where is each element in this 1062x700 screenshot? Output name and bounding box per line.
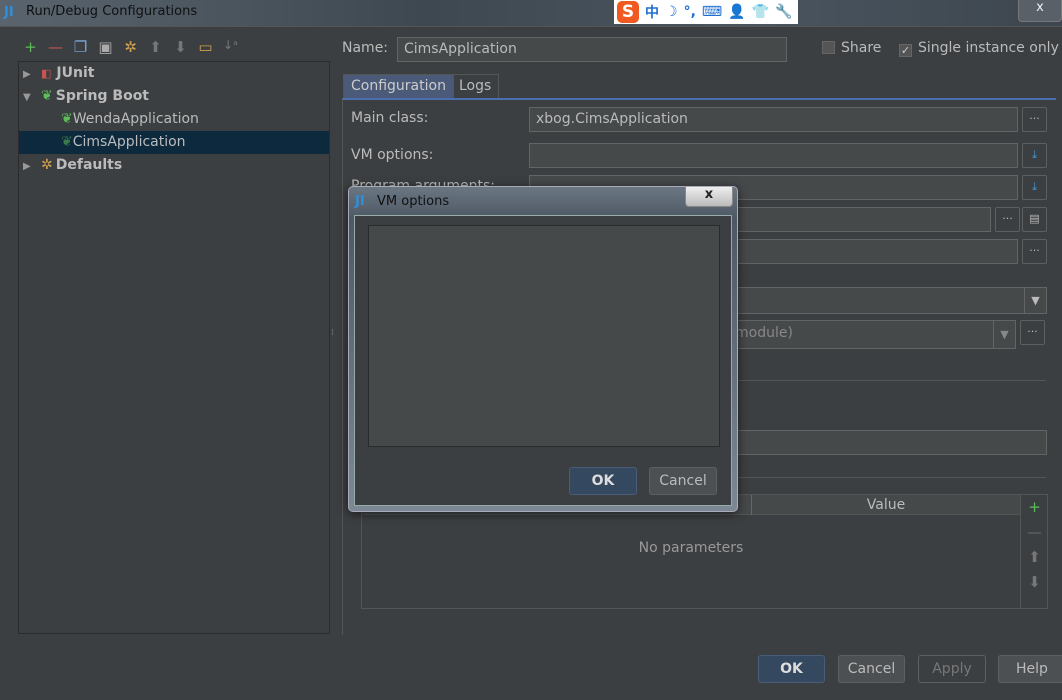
- move-up-icon[interactable]: ⬆: [1021, 545, 1048, 570]
- share-checkbox[interactable]: Share: [822, 40, 881, 56]
- share-label: Share: [841, 40, 882, 56]
- tree-node-label: Defaults: [55, 157, 123, 173]
- vm-dialog-content: OK Cancel: [354, 215, 732, 506]
- window-title: Run/Debug Configurations: [26, 4, 198, 19]
- move-down-icon[interactable]: ⬇: [172, 38, 189, 56]
- configuration-tree[interactable]: ▶ ◧ JUnit ▼ ❦ Spring Boot ❦WendaApplication …: [18, 61, 330, 634]
- checkbox-icon[interactable]: [822, 41, 835, 54]
- tree-node-cims-application[interactable]: ❦CimsApplication: [19, 131, 329, 154]
- spring-boot-icon: ❦: [61, 134, 73, 150]
- tree-node-junit[interactable]: ▶ ◧ JUnit: [19, 62, 329, 85]
- browse-button[interactable]: ···: [1022, 239, 1047, 264]
- vm-options-label: VM options:: [351, 147, 434, 163]
- spring-boot-error-icon: ❦: [61, 111, 73, 127]
- add-icon[interactable]: +: [22, 38, 39, 56]
- ok-button[interactable]: OK: [758, 655, 825, 683]
- jre-hint: module): [735, 325, 793, 341]
- expand-arrow-icon[interactable]: ▶: [23, 155, 37, 178]
- cancel-button[interactable]: Cancel: [838, 655, 905, 683]
- defaults-wrench-icon: ✲: [41, 157, 53, 173]
- chevron-down-icon[interactable]: ▼: [993, 321, 1015, 348]
- browse-button[interactable]: ···: [1020, 320, 1045, 345]
- macro-icon[interactable]: ▤: [1022, 207, 1047, 232]
- vm-options-input[interactable]: [529, 143, 1018, 168]
- junit-icon: ◧: [41, 67, 52, 80]
- browse-button[interactable]: ···: [995, 207, 1020, 232]
- sort-icon[interactable]: ↓ᵃ: [222, 38, 239, 56]
- remove-icon[interactable]: —: [1021, 520, 1048, 545]
- expand-arrow-icon[interactable]: ▶: [23, 63, 37, 86]
- tree-node-label: JUnit: [56, 65, 95, 81]
- move-up-icon[interactable]: ⬆: [147, 38, 164, 56]
- chevron-down-icon[interactable]: ▼: [1024, 288, 1046, 313]
- folder-icon[interactable]: ▭: [197, 38, 214, 56]
- vm-options-textarea[interactable]: [368, 225, 720, 447]
- chinese-mode-icon[interactable]: 中: [645, 2, 659, 22]
- vm-dialog-cancel-button[interactable]: Cancel: [649, 467, 717, 495]
- checkmark-icon[interactable]: ✓: [899, 44, 912, 57]
- punctuation-icon[interactable]: °,: [684, 4, 696, 20]
- tree-node-label: WendaApplication: [72, 111, 199, 127]
- empty-table-text: No parameters: [638, 540, 744, 556]
- move-down-icon[interactable]: ⬇: [1021, 570, 1048, 595]
- collapse-arrow-icon[interactable]: ▼: [23, 86, 37, 109]
- vm-options-dialog: JI VM options x OK Cancel: [348, 186, 738, 512]
- tree-node-spring-boot[interactable]: ▼ ❦ Spring Boot: [19, 85, 329, 108]
- column-header-value[interactable]: Value: [751, 495, 1020, 515]
- single-instance-checkbox[interactable]: ✓ Single instance only: [899, 40, 1059, 57]
- browse-button[interactable]: ···: [1022, 107, 1047, 132]
- main-class-input[interactable]: xbog.CimsApplication: [529, 107, 1018, 132]
- window-title-bar: JI Run/Debug Configurations: [0, 0, 1062, 26]
- ime-toolbar[interactable]: S 中 ☽ °, ⌨ 👤 👕 🔧: [614, 0, 798, 24]
- intellij-icon: JI: [355, 194, 365, 209]
- keyboard-icon[interactable]: ⌨: [702, 4, 722, 20]
- add-icon[interactable]: +: [1021, 495, 1048, 520]
- user-icon[interactable]: 👤: [728, 4, 745, 20]
- sogou-logo-icon: S: [617, 1, 639, 23]
- tree-node-defaults[interactable]: ▶ ✲ Defaults: [19, 154, 329, 177]
- main-class-label: Main class:: [351, 110, 429, 126]
- tree-node-label: Spring Boot: [55, 88, 150, 104]
- expand-field-icon[interactable]: ⤓: [1022, 175, 1047, 200]
- name-label: Name:: [342, 40, 389, 56]
- wrench-icon[interactable]: 🔧: [775, 4, 792, 20]
- expand-field-icon[interactable]: ⤓: [1022, 143, 1047, 168]
- tab-configuration[interactable]: Configuration: [343, 74, 454, 99]
- moon-icon[interactable]: ☽: [665, 4, 678, 20]
- tab-logs[interactable]: Logs: [451, 74, 500, 99]
- tree-node-label: CimsApplication: [72, 134, 186, 150]
- window-close-button[interactable]: x: [1018, 0, 1062, 22]
- help-button[interactable]: Help: [998, 655, 1062, 683]
- vm-dialog-close-button[interactable]: x: [685, 187, 733, 207]
- copy-icon[interactable]: ❐: [72, 38, 89, 56]
- edit-defaults-icon[interactable]: ✲: [122, 38, 139, 56]
- spring-boot-icon: ❦: [41, 88, 53, 104]
- vm-dialog-ok-button[interactable]: OK: [569, 467, 637, 495]
- single-instance-label: Single instance only: [918, 40, 1059, 56]
- save-icon[interactable]: ▣: [97, 38, 114, 56]
- name-input[interactable]: CimsApplication: [397, 37, 787, 62]
- remove-icon[interactable]: —: [47, 38, 64, 56]
- tree-node-wenda-application[interactable]: ❦WendaApplication: [19, 108, 329, 131]
- splitter-handle[interactable]: ⁞: [331, 328, 334, 338]
- tree-toolbar: + — ❐ ▣ ✲ ⬆ ⬇ ▭ ↓ᵃ: [22, 38, 239, 56]
- skin-icon[interactable]: 👕: [752, 4, 769, 20]
- table-side-toolbar: + — ⬆ ⬇: [1020, 495, 1048, 608]
- apply-button[interactable]: Apply: [918, 655, 986, 683]
- intellij-icon: JI: [4, 5, 14, 20]
- vm-dialog-title: VM options: [377, 194, 450, 209]
